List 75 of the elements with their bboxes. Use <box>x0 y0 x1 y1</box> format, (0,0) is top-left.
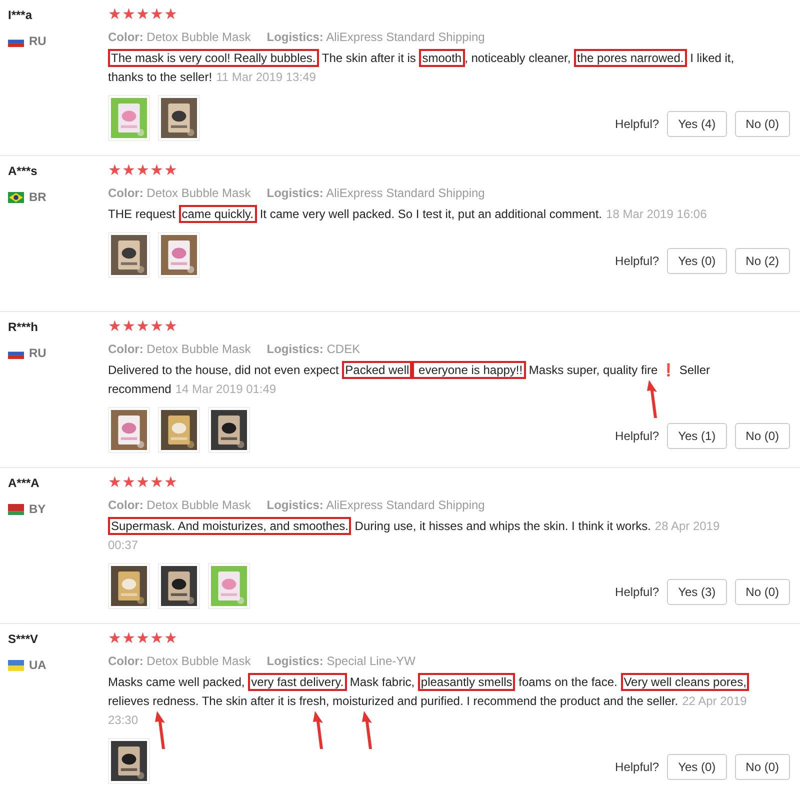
country-code: BY <box>29 501 46 518</box>
no-button[interactable]: No (2) <box>734 248 790 274</box>
logistics-value: AliExpress Standard Shipping <box>326 186 485 200</box>
star-icon: ★ <box>108 631 121 647</box>
star-icon: ★ <box>136 631 149 647</box>
star-icon: ★ <box>122 319 135 335</box>
no-button[interactable]: No (0) <box>734 423 790 449</box>
star-icon: ★ <box>122 7 135 23</box>
star-icon: ★ <box>150 7 163 23</box>
star-icon: ★ <box>108 319 121 335</box>
logistics-value: Special Line-YW <box>326 654 416 668</box>
user-name: R***h <box>8 319 40 336</box>
logistics-label: Logistics: <box>266 654 324 668</box>
star-icon: ★ <box>122 163 135 179</box>
user-name: S***V <box>8 631 40 648</box>
logistics-label: Logistics: <box>266 342 324 356</box>
helpful-label: Helpful? <box>615 584 660 601</box>
no-button[interactable]: No (0) <box>734 111 790 137</box>
user-name: I***a <box>8 7 34 24</box>
logistics-value: AliExpress Standard Shipping <box>326 498 485 512</box>
star-icon: ★ <box>136 319 149 335</box>
country-code: UA <box>29 657 46 674</box>
yes-button[interactable]: Yes (0) <box>667 754 727 780</box>
star-icon: ★ <box>150 319 163 335</box>
logistics-label: Logistics: <box>266 30 324 44</box>
color-label: Color: <box>108 186 144 200</box>
star-icon: ★ <box>136 7 149 23</box>
star-icon: ★ <box>108 475 121 491</box>
star-icon: ★ <box>150 163 163 179</box>
yes-button[interactable]: Yes (4) <box>667 111 727 137</box>
color-label: Color: <box>108 30 144 44</box>
star-icon: ★ <box>136 163 149 179</box>
star-icon: ★ <box>108 7 121 23</box>
star-icon: ★ <box>150 631 163 647</box>
helpful-label: Helpful? <box>615 428 660 445</box>
no-button[interactable]: No (0) <box>734 579 790 605</box>
helpful-label: Helpful? <box>615 759 660 776</box>
star-icon: ★ <box>122 475 135 491</box>
star-icon: ★ <box>122 631 135 647</box>
color-label: Color: <box>108 342 144 356</box>
no-button[interactable]: No (0) <box>734 754 790 780</box>
star-icon: ★ <box>136 475 149 491</box>
review-text: Supermask. And moisturizes, and smoothes. During use, it hisses and whips the skin. I think it works. 28 Apr 2019 00:37 <box>108 517 721 554</box>
star-icon: ★ <box>150 475 163 491</box>
logistics-label: Logistics: <box>266 186 324 200</box>
yes-button[interactable]: Yes (3) <box>667 579 727 605</box>
user-name: A***A <box>8 475 40 492</box>
review-text: Delivered to the house, did not even expect Packed well everyone is happy!! Masks super, quality fire ❗ Seller recommend 14 Mar 2019 01:49 <box>108 361 712 398</box>
yes-button[interactable]: Yes (0) <box>667 248 727 274</box>
star-icon: ★ <box>164 475 177 491</box>
review-text: The mask is very cool! Really bubbles. The skin after it is smooth , noticeably cleaner, the pores narrowed. I liked it, thanks to the seller! 11 Mar 2019 13:49 <box>108 49 736 86</box>
country-code: RU <box>29 345 46 362</box>
color-value: Detox Bubble Mask <box>146 654 251 668</box>
color-value: Detox Bubble Mask <box>146 342 251 356</box>
color-value: Detox Bubble Mask <box>146 186 251 200</box>
color-value: Detox Bubble Mask <box>146 30 251 44</box>
color-label: Color: <box>108 498 144 512</box>
star-icon: ★ <box>164 319 177 335</box>
user-name: A***s <box>8 163 38 180</box>
logistics-label: Logistics: <box>266 498 324 512</box>
color-label: Color: <box>108 654 144 668</box>
helpful-label: Helpful? <box>615 116 660 133</box>
review-text: Masks came well packed, very fast delivery. Mask fabric, pleasantly smells foams on the face. Very well cleans pores, relieves redness. The skin after it is fresh, moisturized and purified. I recommend the product and the seller. 22 Apr 2019 23:30 <box>108 673 790 730</box>
color-value: Detox Bubble Mask <box>146 498 251 512</box>
star-icon: ★ <box>164 163 177 179</box>
star-icon: ★ <box>108 163 121 179</box>
review-text: THE request came quickly. It came very well packed. So I test it, put an additional comment. 18 Mar 2019 16:06 <box>108 205 708 224</box>
logistics-value: AliExpress Standard Shipping <box>326 30 485 44</box>
country-code: BR <box>29 189 46 206</box>
helpful-label: Helpful? <box>615 253 660 270</box>
star-icon: ★ <box>164 631 177 647</box>
star-icon: ★ <box>164 7 177 23</box>
country-code: RU <box>29 33 46 50</box>
yes-button[interactable]: Yes (1) <box>667 423 727 449</box>
logistics-value: CDEK <box>326 342 360 356</box>
